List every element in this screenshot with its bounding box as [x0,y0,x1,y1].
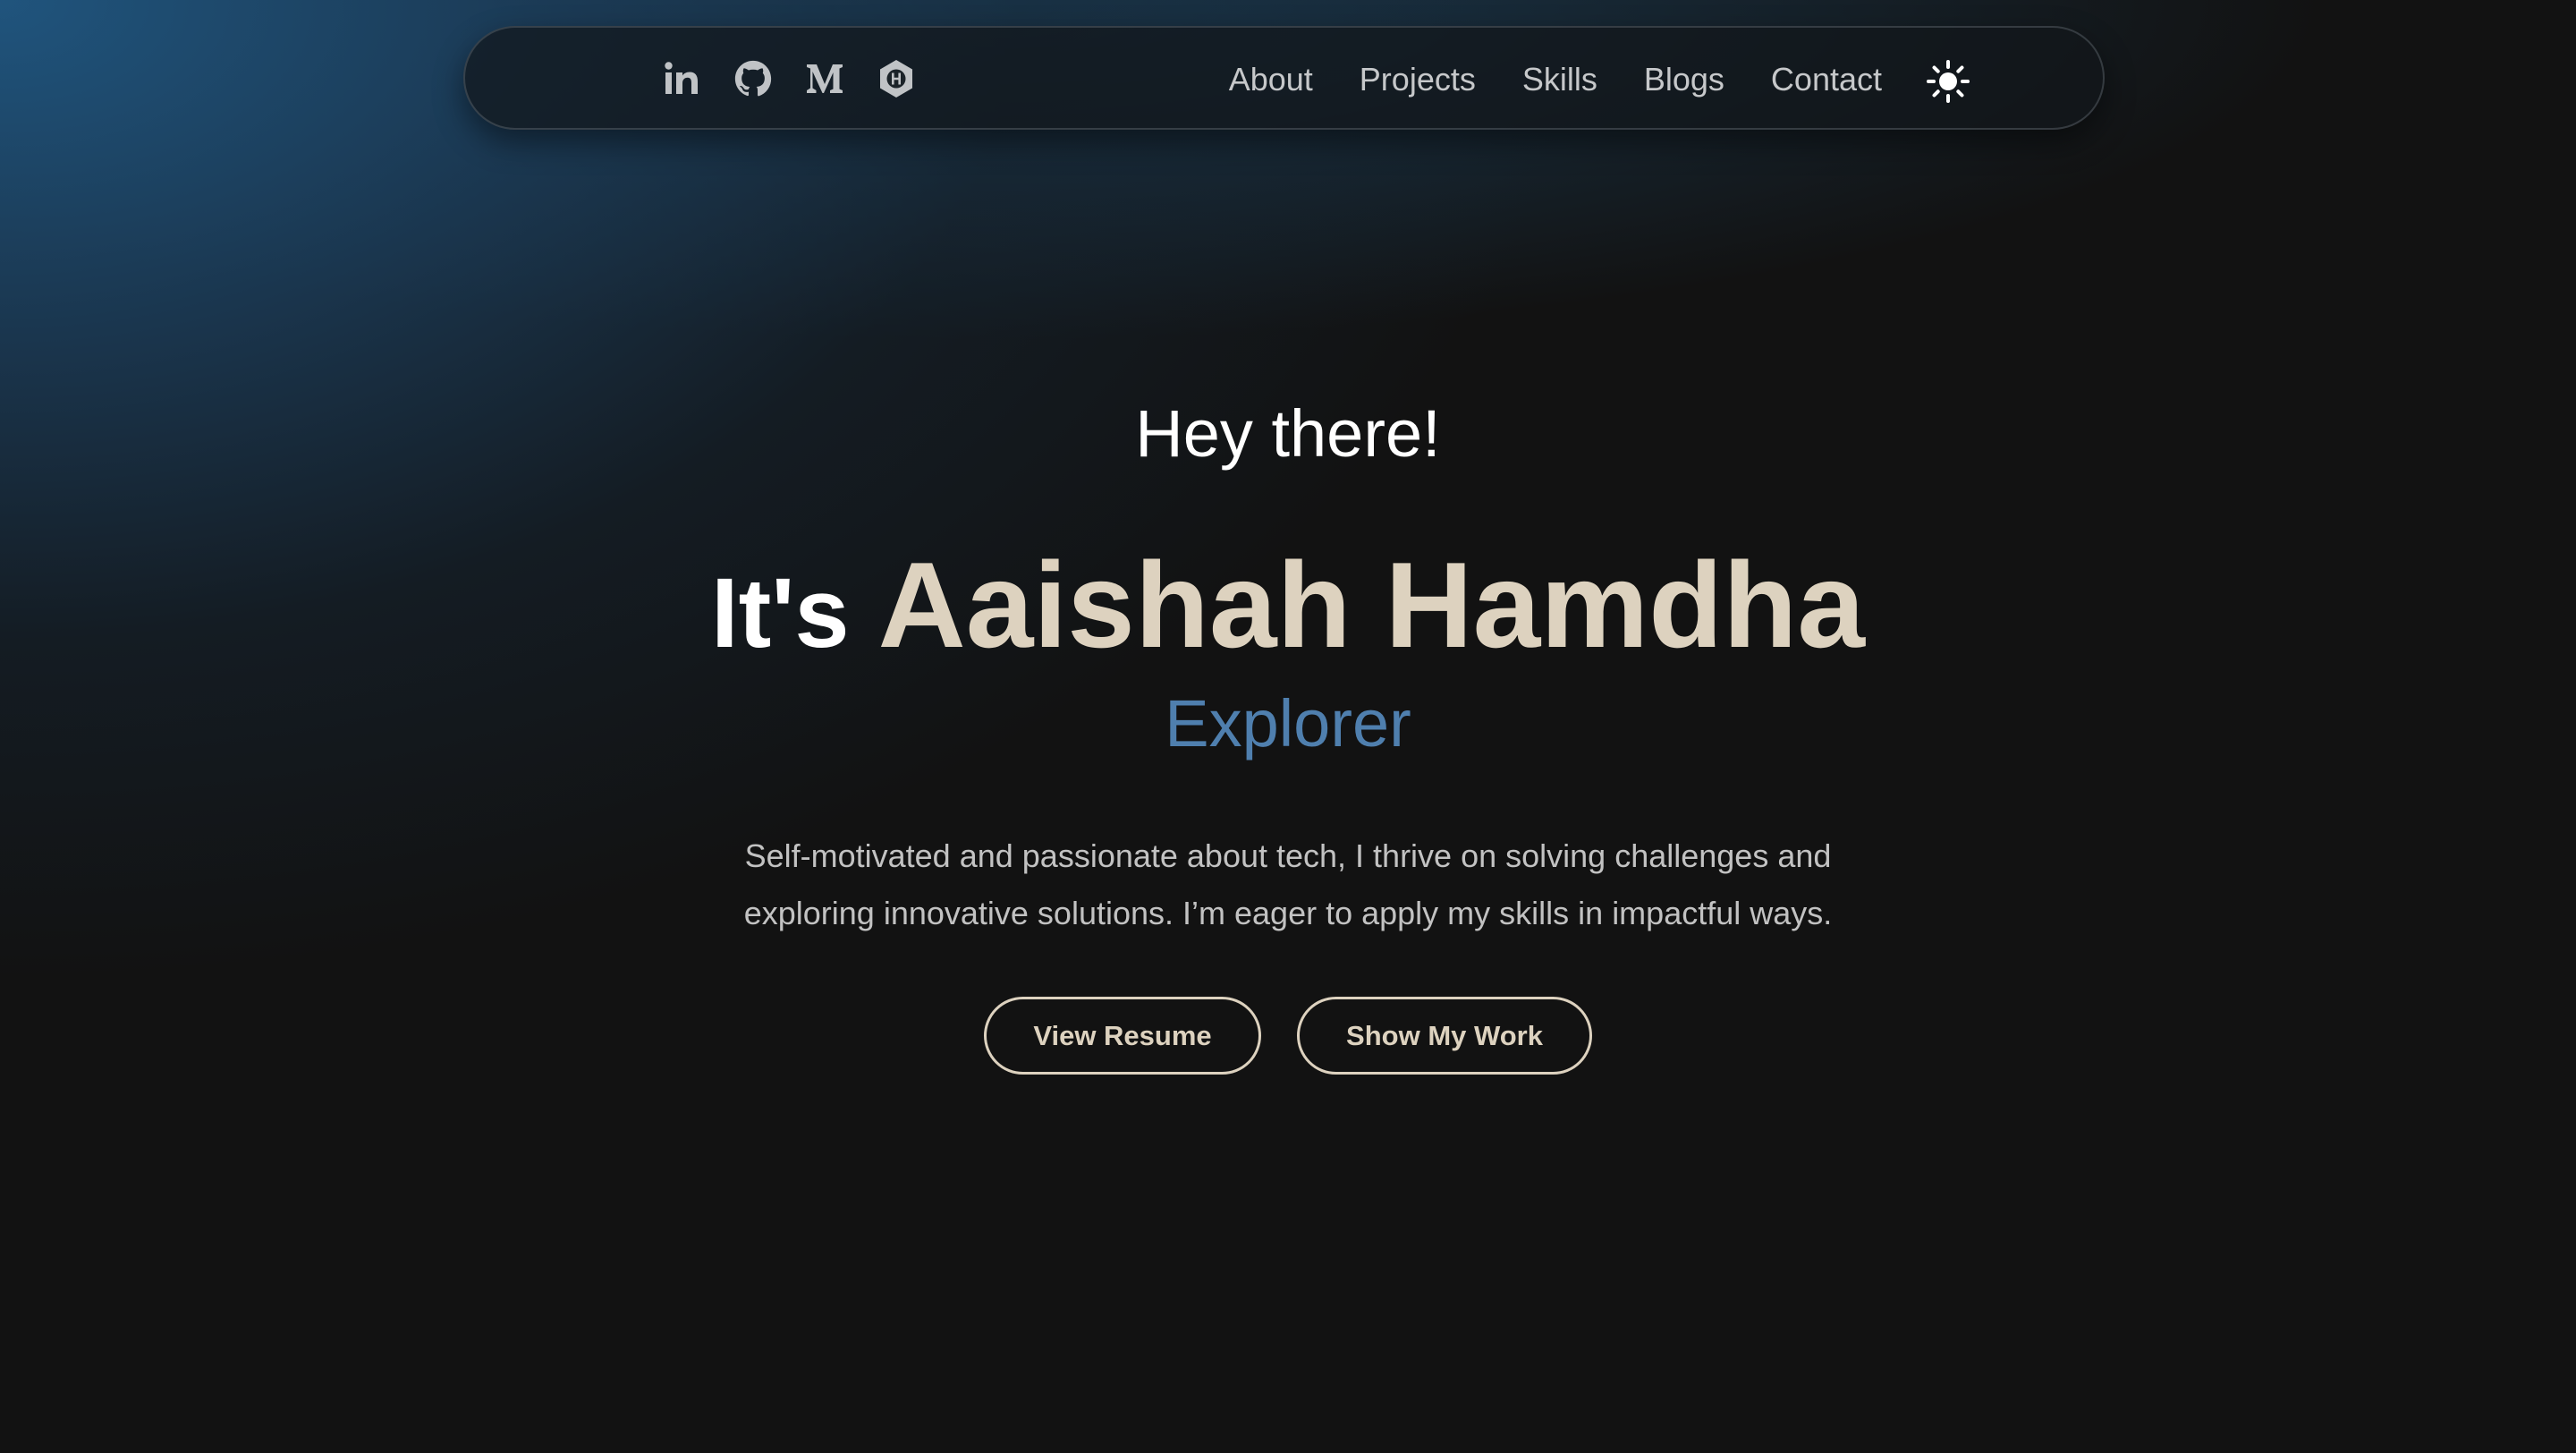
social-links [660,56,918,101]
navbar: About Projects Skills Blogs Contact [463,26,2105,130]
nav-link-skills[interactable]: Skills [1522,61,1597,98]
view-resume-button[interactable]: View Resume [984,997,1261,1075]
hero-greeting: Hey there! [1135,396,1441,471]
show-my-work-button[interactable]: Show My Work [1297,997,1592,1075]
hashnode-icon[interactable] [875,56,918,101]
nav-links: About Projects Skills Blogs Contact [1229,55,1882,105]
sun-icon [1927,60,1970,103]
hero-name: Aaishah Hamdha [877,537,1865,673]
nav-link-about[interactable]: About [1229,61,1313,98]
nav-link-contact[interactable]: Contact [1771,61,1882,98]
hero-actions: View Resume Show My Work [0,997,2576,1075]
nav-link-projects[interactable]: Projects [1360,61,1476,98]
theme-toggle-button[interactable] [1925,58,1971,105]
linkedin-icon[interactable] [660,56,703,101]
hero-headline: It's Aaishah Hamdha [0,533,2576,709]
medium-icon[interactable] [803,56,846,101]
nav-link-blogs[interactable]: Blogs [1644,61,1724,98]
hero-role: Explorer [1165,686,1411,760]
headline-prefix: It's [711,558,850,668]
hero-bio: Self-motivated and passionate about tech… [743,837,1833,931]
github-icon[interactable] [732,56,775,101]
